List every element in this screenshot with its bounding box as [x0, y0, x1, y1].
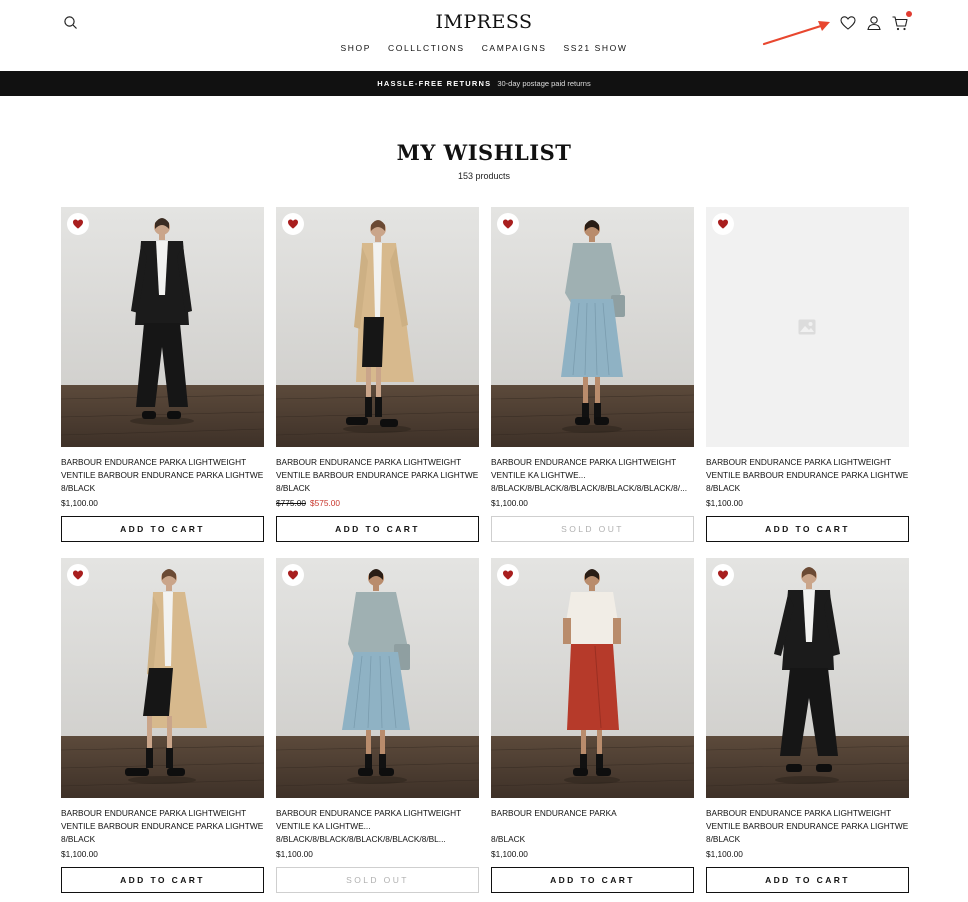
nav-shop[interactable]: SHOP	[341, 43, 372, 53]
image-placeholder-icon	[798, 319, 816, 335]
product-price: $1,100.00	[491, 849, 528, 859]
product-name-line1[interactable]: BARBOUR ENDURANCE PARKA LIGHTWEIGHT	[706, 456, 909, 469]
product-name-line1[interactable]: BARBOUR ENDURANCE PARKA LIGHTWEIGHT	[61, 807, 264, 820]
remove-from-wishlist-button[interactable]	[282, 564, 304, 586]
nav-collections[interactable]: COLLLCTIONS	[388, 43, 465, 53]
add-to-cart-button[interactable]: ADD TO CART	[61, 867, 264, 893]
site-header: IMPRESS SHOP COLLLCTIONS CAMPAIGNS SS21 …	[0, 0, 968, 71]
product-image-placeholder[interactable]	[706, 207, 909, 447]
product-name-line1[interactable]: BARBOUR ENDURANCE PARKA	[491, 807, 694, 820]
product-name-line2[interactable]: VENTILE BARBOUR ENDURANCE PARKA LIGHTWEI…	[61, 820, 264, 833]
product-name-line2[interactable]: VENTILE BARBOUR ENDURANCE PARKA LIGHTWEI…	[276, 469, 479, 482]
product-variant: 8/BLACK	[706, 483, 741, 493]
product-sale-price: $575.00	[310, 498, 340, 508]
nav-ss21-show[interactable]: SS21 SHOW	[563, 43, 627, 53]
product-price: $1,100.00	[706, 849, 743, 859]
product-card: BARBOUR ENDURANCE PARKA LIGHTWEIGHT VENT…	[276, 207, 479, 542]
announcement-bar: HASSLE-FREE RETURNS 30-day postage paid …	[0, 71, 968, 96]
remove-from-wishlist-button[interactable]	[67, 213, 89, 235]
product-variant: 8/BLACK	[706, 834, 741, 844]
product-card: BARBOUR ENDURANCE PARKA LIGHTWEIGHT VENT…	[491, 207, 694, 542]
product-variant: 8/BLACK	[491, 834, 526, 844]
page-title: MY WISHLIST	[396, 140, 572, 165]
product-image[interactable]	[491, 558, 694, 798]
add-to-cart-button[interactable]: ADD TO CART	[276, 516, 479, 542]
product-image[interactable]	[491, 207, 694, 447]
product-name-line2[interactable]: VENTILE BARBOUR ENDURANCE PARKA LIGHTWEI…	[61, 469, 264, 482]
heart-filled-icon	[73, 219, 83, 229]
product-name-line1[interactable]: BARBOUR ENDURANCE PARKA LIGHTWEIGHT	[491, 456, 694, 469]
product-name-line1[interactable]: BARBOUR ENDURANCE PARKA LIGHTWEIGHT	[61, 456, 264, 469]
account-icon[interactable]	[865, 14, 883, 32]
product-name-line1[interactable]: BARBOUR ENDURANCE PARKA LIGHTWEIGHT	[706, 807, 909, 820]
product-image[interactable]	[61, 558, 264, 798]
product-card: BARBOUR ENDURANCE PARKA LIGHTWEIGHT VENT…	[706, 207, 909, 542]
remove-from-wishlist-button[interactable]	[282, 213, 304, 235]
cart-notification-dot	[906, 11, 912, 17]
product-name-line1[interactable]: BARBOUR ENDURANCE PARKA LIGHTWEIGHT	[276, 456, 479, 469]
product-card: BARBOUR ENDURANCE PARKA 8/BLACK $1,100.0…	[491, 558, 694, 893]
add-to-cart-button[interactable]: ADD TO CART	[706, 516, 909, 542]
product-variant: 8/BLACK	[61, 834, 96, 844]
product-name-line2[interactable]: VENTILE BARBOUR ENDURANCE PARKA LIGHTWEI…	[706, 469, 909, 482]
heart-filled-icon	[288, 570, 298, 580]
sold-out-button: SOLD OUT	[276, 867, 479, 893]
product-name-line2[interactable]: VENTILE BARBOUR ENDURANCE PARKA LIGHTWEI…	[706, 820, 909, 833]
product-name-line2[interactable]: VENTILE KA LIGHTWE...	[276, 820, 479, 833]
product-price: $1,100.00	[706, 498, 743, 508]
annotation-arrow-icon	[762, 21, 830, 46]
add-to-cart-button[interactable]: ADD TO CART	[491, 867, 694, 893]
product-image[interactable]	[706, 558, 909, 798]
heart-filled-icon	[503, 219, 513, 229]
product-price: $1,100.00	[61, 849, 98, 859]
remove-from-wishlist-button[interactable]	[497, 564, 519, 586]
product-price: $775.00 $575.00	[276, 495, 479, 511]
product-image[interactable]	[276, 558, 479, 798]
product-name-line2[interactable]	[491, 820, 694, 833]
nav-campaigns[interactable]: CAMPAIGNS	[482, 43, 547, 53]
cart-icon[interactable]	[891, 11, 912, 32]
product-card: BARBOUR ENDURANCE PARKA LIGHTWEIGHT VENT…	[61, 207, 264, 542]
product-variant: 8/BLACK/8/BLACK/8/BLACK/8/BLACK/8/BLACK/…	[491, 483, 687, 493]
remove-from-wishlist-button[interactable]	[67, 564, 89, 586]
product-card: BARBOUR ENDURANCE PARKA LIGHTWEIGHT VENT…	[61, 558, 264, 893]
product-image[interactable]	[276, 207, 479, 447]
product-price: $1,100.00	[61, 498, 98, 508]
product-variant: 8/BLACK/8/BLACK/8/BLACK/8/BLACK/8/BL...	[276, 834, 446, 844]
product-name-line1[interactable]: BARBOUR ENDURANCE PARKA LIGHTWEIGHT	[276, 807, 479, 820]
product-price: $1,100.00	[491, 498, 528, 508]
product-name-line2[interactable]: VENTILE KA LIGHTWE...	[491, 469, 694, 482]
wishlist-heart-icon[interactable]	[839, 14, 857, 32]
heart-filled-icon	[288, 219, 298, 229]
product-image[interactable]	[61, 207, 264, 447]
heart-filled-icon	[718, 570, 728, 580]
heart-filled-icon	[73, 570, 83, 580]
remove-from-wishlist-button[interactable]	[712, 213, 734, 235]
product-price: $1,100.00	[276, 849, 313, 859]
product-card: BARBOUR ENDURANCE PARKA LIGHTWEIGHT VENT…	[276, 558, 479, 893]
product-variant: 8/BLACK	[276, 483, 311, 493]
product-variant: 8/BLACK	[61, 483, 96, 493]
add-to-cart-button[interactable]: ADD TO CART	[61, 516, 264, 542]
add-to-cart-button[interactable]: ADD TO CART	[706, 867, 909, 893]
heart-filled-icon	[503, 570, 513, 580]
announcement-text: 30-day postage paid returns	[497, 79, 591, 88]
announcement-strong: HASSLE-FREE RETURNS	[377, 79, 492, 88]
heart-filled-icon	[718, 219, 728, 229]
product-original-price: $775.00	[276, 498, 306, 508]
product-card: BARBOUR ENDURANCE PARKA LIGHTWEIGHT VENT…	[706, 558, 909, 893]
product-count: 153 products	[457, 171, 511, 181]
remove-from-wishlist-button[interactable]	[497, 213, 519, 235]
sold-out-button: SOLD OUT	[491, 516, 694, 542]
remove-from-wishlist-button[interactable]	[712, 564, 734, 586]
